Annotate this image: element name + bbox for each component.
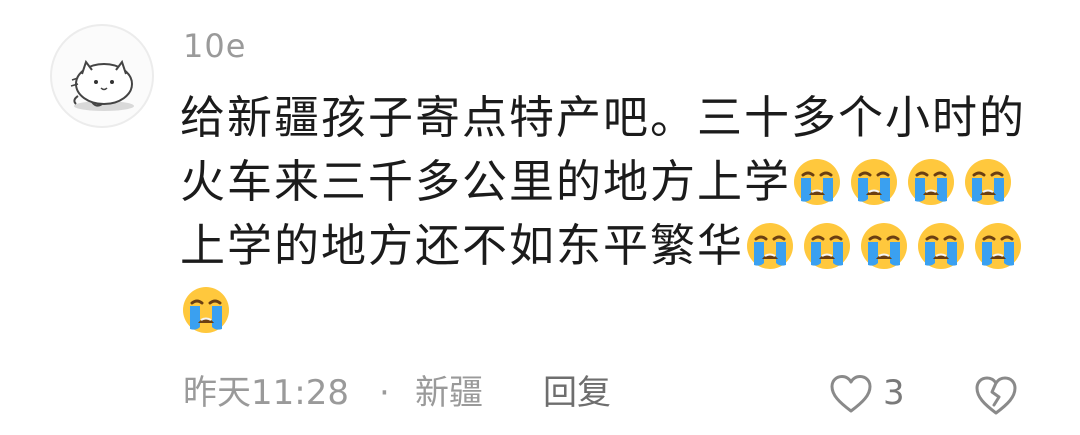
crying-face-emoji [744, 219, 796, 271]
username[interactable]: 10e [183, 26, 246, 66]
comment-location: 新疆 [415, 373, 483, 413]
reply-button[interactable]: 回复 [543, 368, 611, 418]
comment-text-part: 给新疆孩子寄点特产吧。三十多个小时的 [180, 91, 1027, 144]
comment-time: 昨天11:28 [183, 373, 349, 413]
crying-face-emoji [180, 283, 232, 335]
comment-line-1: 给新疆孩子寄点特产吧。三十多个小时的 [180, 86, 1060, 150]
comment-text: 给新疆孩子寄点特产吧。三十多个小时的 火车来三千多公里的地方上学 上学的地方还不… [180, 86, 1060, 342]
avatar-cat-drawing [70, 59, 134, 111]
comment-text-part: 上学的地方还不如东平繁华 [180, 219, 745, 272]
comment-line-3: 上学的地方还不如东平繁华 [180, 214, 1060, 278]
comment-item: 10e 给新疆孩子寄点特产吧。三十多个小时的 火车来三千多公里的地方上学 上学的… [0, 0, 1080, 435]
crying-face-emoji [905, 155, 957, 207]
avatar[interactable] [50, 24, 154, 128]
comment-line-2: 火车来三千多公里的地方上学 [180, 150, 1060, 214]
like-heart-icon[interactable] [829, 374, 873, 414]
comment-line-4 [180, 278, 1060, 342]
dislike-broken-heart-icon[interactable] [973, 374, 1019, 416]
meta-separator: · [379, 373, 390, 413]
comment-text-part: 火车来三千多公里的地方上学 [180, 155, 792, 208]
crying-face-emoji [972, 219, 1024, 271]
comment-footer: 昨天11:28 · 新疆 回复 3 [183, 368, 1063, 418]
crying-face-emoji [962, 155, 1014, 207]
crying-face-emoji [801, 219, 853, 271]
crying-face-emoji [915, 219, 967, 271]
crying-face-emoji [848, 155, 900, 207]
crying-face-emoji [858, 219, 910, 271]
crying-face-emoji [791, 155, 843, 207]
like-count: 3 [883, 373, 905, 413]
